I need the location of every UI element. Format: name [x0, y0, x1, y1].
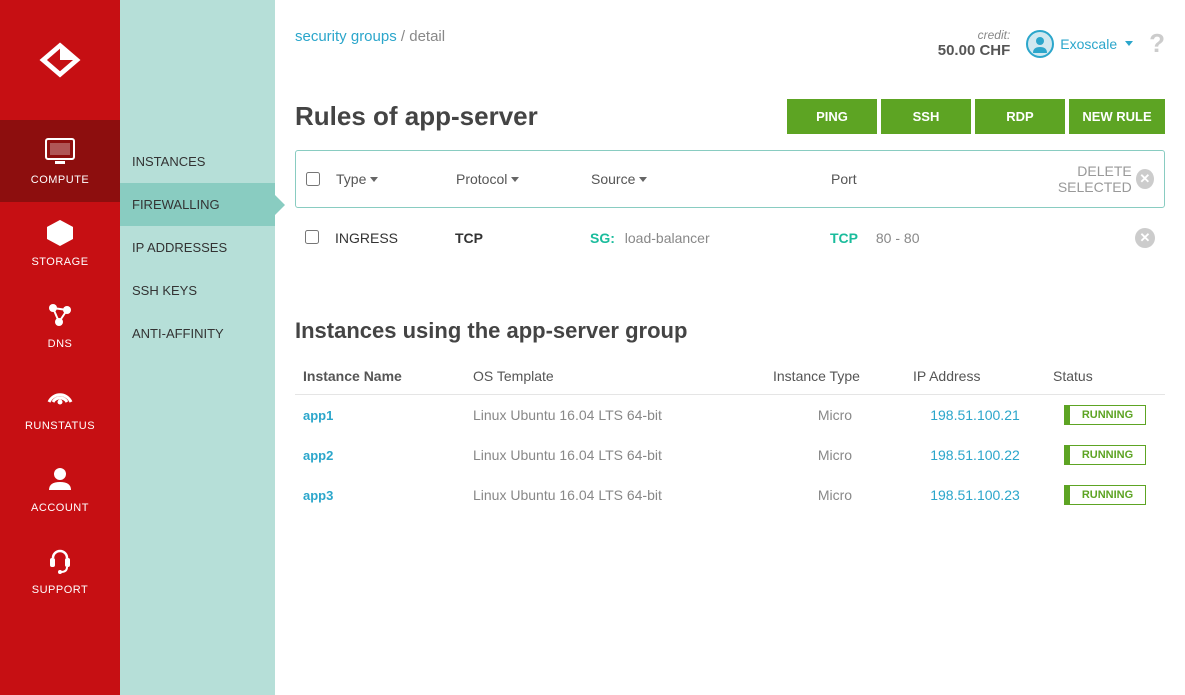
status-badge: RUNNING	[1064, 445, 1146, 465]
rule-port-range: 80 - 80	[876, 230, 920, 246]
port-header: Port	[831, 171, 1011, 187]
new-rule-button[interactable]: NEW RULE	[1069, 99, 1165, 134]
subnav-ip-addresses[interactable]: IP ADDRESSES	[120, 226, 275, 269]
nav-runstatus[interactable]: RUNSTATUS	[0, 366, 120, 448]
rdp-button[interactable]: RDP	[975, 99, 1065, 134]
user-menu[interactable]: Exoscale	[1026, 30, 1133, 58]
rules-header: Type Protocol Source Port DELETE SELECTE…	[296, 151, 1164, 207]
brand-icon	[36, 36, 84, 84]
support-icon	[43, 544, 77, 578]
nav-label: RUNSTATUS	[25, 420, 95, 432]
subnav-firewalling[interactable]: FIREWALLING	[120, 183, 275, 226]
nav-label: DNS	[48, 338, 73, 350]
type-sort[interactable]: Type	[336, 171, 456, 187]
topbar: security groups / detail credit: 50.00 C…	[295, 28, 1165, 59]
breadcrumb-current: detail	[409, 28, 445, 45]
secondary-nav: INSTANCES FIREWALLING IP ADDRESSES SSH K…	[120, 0, 275, 695]
rule-checkbox[interactable]	[305, 230, 319, 244]
instances-title: Instances using the app-server group	[295, 318, 1165, 344]
instance-ip-link[interactable]: 198.51.100.21	[930, 407, 1020, 423]
main-content: security groups / detail credit: 50.00 C…	[275, 0, 1185, 695]
heading-row: Rules of app-server PING SSH RDP NEW RUL…	[295, 99, 1165, 134]
instance-row: app1 Linux Ubuntu 16.04 LTS 64-bitMicro 19…	[295, 395, 1165, 436]
breadcrumb-link[interactable]: security groups	[295, 28, 397, 45]
rule-source: load-balancer	[625, 230, 710, 246]
credit-display: credit: 50.00 CHF	[938, 28, 1011, 59]
nav-storage[interactable]: STORAGE	[0, 202, 120, 284]
protocol-sort[interactable]: Protocol	[456, 171, 591, 187]
credit-label: credit:	[938, 28, 1011, 42]
caret-down-icon	[639, 177, 647, 182]
nav-account[interactable]: ACCOUNT	[0, 448, 120, 530]
instance-type: Micro	[765, 475, 905, 515]
delete-selected-button[interactable]: DELETE SELECTED	[1011, 163, 1132, 195]
instances-table: Instance Name OS Template Instance Type …	[295, 358, 1165, 515]
nav-label: SUPPORT	[32, 584, 88, 596]
instance-name-link[interactable]: app3	[303, 488, 333, 503]
rule-protocol: TCP	[455, 230, 590, 246]
col-ip: IP Address	[905, 358, 1045, 395]
page-title: Rules of app-server	[295, 101, 538, 132]
rule-row: INGRESS TCP SG: load-balancer TCP 80 - 8…	[295, 208, 1165, 268]
help-icon[interactable]: ?	[1149, 28, 1165, 59]
user-name: Exoscale	[1060, 36, 1117, 52]
status-badge: RUNNING	[1064, 485, 1146, 505]
instance-name-link[interactable]: app1	[303, 408, 333, 423]
instance-name-link[interactable]: app2	[303, 448, 333, 463]
instance-ip-link[interactable]: 198.51.100.23	[930, 487, 1020, 503]
subnav-instances[interactable]: INSTANCES	[120, 140, 275, 183]
logo	[0, 0, 120, 120]
source-sort[interactable]: Source	[591, 171, 831, 187]
instance-type: Micro	[765, 395, 905, 436]
avatar-icon	[1026, 30, 1054, 58]
col-name: Instance Name	[295, 358, 465, 395]
instance-row: app3 Linux Ubuntu 16.04 LTS 64-bitMicro 19…	[295, 475, 1165, 515]
runstatus-icon	[43, 380, 77, 414]
delete-selected-icon[interactable]: ✕	[1136, 169, 1154, 189]
instance-os: Linux Ubuntu 16.04 LTS 64-bit	[465, 395, 765, 436]
chevron-down-icon	[1125, 41, 1133, 46]
nav-dns[interactable]: DNS	[0, 284, 120, 366]
storage-icon	[43, 216, 77, 250]
col-os: OS Template	[465, 358, 765, 395]
dns-icon	[43, 298, 77, 332]
instance-type: Micro	[765, 435, 905, 475]
nav-support[interactable]: SUPPORT	[0, 530, 120, 612]
nav-label: ACCOUNT	[31, 502, 89, 514]
ping-button[interactable]: PING	[787, 99, 877, 134]
breadcrumb: security groups / detail	[295, 28, 445, 45]
select-all-checkbox[interactable]	[306, 172, 320, 186]
compute-icon	[43, 134, 77, 168]
rule-source-prefix: SG:	[590, 230, 615, 246]
delete-rule-icon[interactable]: ✕	[1135, 228, 1155, 248]
account-icon	[43, 462, 77, 496]
col-status: Status	[1045, 358, 1165, 395]
credit-amount: 50.00 CHF	[938, 42, 1011, 59]
topbar-right: credit: 50.00 CHF Exoscale ?	[938, 28, 1165, 59]
nav-label: STORAGE	[31, 256, 88, 268]
rule-port-label: TCP	[830, 230, 872, 246]
instance-os: Linux Ubuntu 16.04 LTS 64-bit	[465, 475, 765, 515]
col-type: Instance Type	[765, 358, 905, 395]
rules-table: Type Protocol Source Port DELETE SELECTE…	[295, 150, 1165, 208]
subnav-ssh-keys[interactable]: SSH KEYS	[120, 269, 275, 312]
instance-os: Linux Ubuntu 16.04 LTS 64-bit	[465, 435, 765, 475]
breadcrumb-sep: /	[401, 28, 405, 45]
instance-ip-link[interactable]: 198.51.100.22	[930, 447, 1020, 463]
nav-compute[interactable]: COMPUTE	[0, 120, 120, 202]
action-buttons: PING SSH RDP NEW RULE	[787, 99, 1165, 134]
nav-pointer-icon	[110, 158, 120, 178]
nav-label: COMPUTE	[31, 174, 90, 186]
rule-type: INGRESS	[335, 230, 455, 246]
caret-down-icon	[370, 177, 378, 182]
instance-row: app2 Linux Ubuntu 16.04 LTS 64-bitMicro 19…	[295, 435, 1165, 475]
primary-nav: COMPUTE STORAGE DNS RUNSTATUS ACCOUNT	[0, 0, 120, 695]
subnav-anti-affinity[interactable]: ANTI-AFFINITY	[120, 312, 275, 355]
status-badge: RUNNING	[1064, 405, 1146, 425]
ssh-button[interactable]: SSH	[881, 99, 971, 134]
caret-down-icon	[511, 177, 519, 182]
